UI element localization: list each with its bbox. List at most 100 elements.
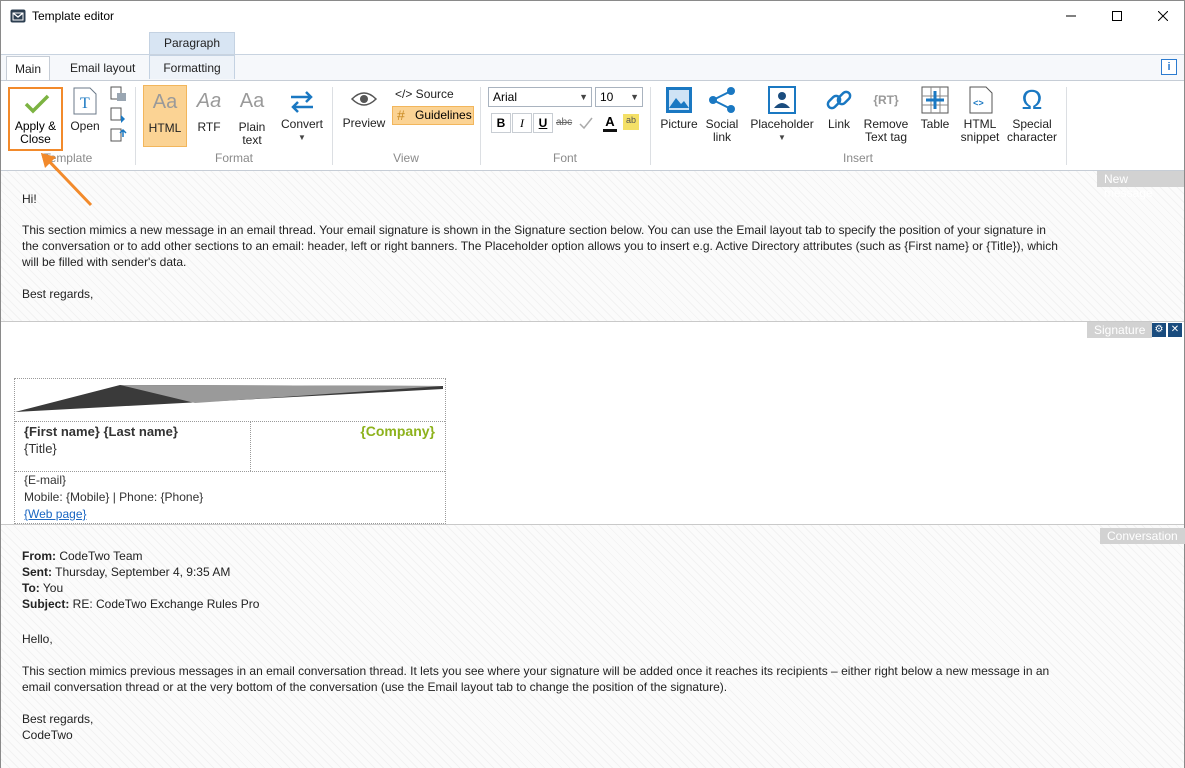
- table-grid-icon: [921, 86, 949, 114]
- new-message-body-line: the conversation or to add other section…: [22, 239, 1058, 253]
- table-button[interactable]: Table: [917, 86, 953, 146]
- minimize-button[interactable]: [1048, 1, 1094, 31]
- rtf-label: RTF: [197, 120, 221, 134]
- subject-value: RE: CodeTwo Exchange Rules Pro: [69, 597, 260, 611]
- italic-button[interactable]: I: [512, 113, 532, 133]
- conversation-sent: Sent: Thursday, September 4, 9:35 AM: [22, 564, 230, 580]
- remove-text-tag-label: Remove Text tag: [863, 117, 909, 144]
- social-link-button[interactable]: Social link: [703, 86, 741, 146]
- paragraph-context-tab: Paragraph: [149, 32, 235, 54]
- picture-button[interactable]: Picture: [658, 86, 700, 146]
- close-icon[interactable]: ✕: [1168, 323, 1182, 337]
- html-format-button[interactable]: Aa HTML: [143, 85, 187, 147]
- preview-label: Preview: [342, 116, 386, 130]
- conversation-to: To: You: [22, 580, 63, 596]
- sent-label: Sent:: [22, 565, 52, 579]
- font-size-select[interactable]: 10 ▼: [595, 87, 643, 107]
- check-mark-small-icon: [579, 117, 593, 130]
- plain-text-label: Plain text: [238, 120, 266, 147]
- new-message-greeting: Hi!: [22, 192, 37, 206]
- conversation-greeting: Hello,: [22, 632, 53, 646]
- conversation-body-line: This section mimics previous messages in…: [22, 664, 1050, 678]
- template-small-icon-2[interactable]: [109, 107, 127, 123]
- signature-company: {Company}: [360, 423, 435, 439]
- new-message-section-tag: New message: [1097, 171, 1184, 200]
- bold-button[interactable]: B: [491, 113, 511, 133]
- special-character-label: Special character: [1006, 117, 1058, 144]
- share-icon: [709, 87, 735, 113]
- rtf-format-button[interactable]: Aa RTF: [191, 85, 227, 147]
- special-character-button[interactable]: Ω Special character: [1005, 86, 1059, 146]
- template-small-icon-3[interactable]: [109, 128, 127, 144]
- tab-email-layout[interactable]: Email layout: [62, 56, 143, 80]
- signature-section-tag: Signature: [1087, 322, 1153, 338]
- group-label-format: Format: [214, 151, 253, 165]
- font-color-button[interactable]: A: [603, 114, 617, 132]
- plain-text-format-button[interactable]: Aa Plain text: [233, 85, 271, 147]
- remove-text-tag-button[interactable]: {RT} Remove Text tag: [861, 86, 911, 146]
- font-name-select[interactable]: Arial ▼: [488, 87, 592, 107]
- new-message-closing: Best regards,: [22, 287, 94, 301]
- template-editor-window: Template editor Paragraph Main Email lay…: [0, 0, 1185, 768]
- to-label: To:: [22, 581, 40, 595]
- conversation-body-line: email conversation thread or at the very…: [22, 680, 728, 694]
- apply-close-button[interactable]: Apply & Close: [8, 87, 63, 151]
- help-info-icon[interactable]: i: [1161, 59, 1177, 75]
- signature-phones: Mobile: {Mobile} | Phone: {Phone}: [24, 490, 204, 504]
- preview-button[interactable]: Preview: [341, 89, 387, 139]
- highlight-color-button[interactable]: ab: [623, 114, 639, 130]
- source-button[interactable]: </> Source: [395, 87, 454, 101]
- guidelines-label: Guidelines: [415, 108, 472, 122]
- html-snippet-label: HTML snippet: [960, 117, 1000, 144]
- html-snippet-button[interactable]: <> HTML snippet: [957, 86, 1003, 146]
- font-size-value: 10: [600, 90, 614, 104]
- guidelines-toggle[interactable]: # Guidelines: [392, 106, 474, 125]
- gear-icon[interactable]: ⚙: [1152, 323, 1166, 337]
- to-value: You: [39, 581, 64, 595]
- table-divider: [250, 421, 251, 471]
- rt-tag-icon: {RT}: [873, 93, 899, 107]
- conversation-section-tag: Conversation: [1100, 528, 1185, 544]
- chevron-down-icon: ▼: [630, 92, 639, 102]
- open-label: Open: [70, 119, 100, 133]
- signature-email: {E-mail}: [24, 473, 67, 487]
- font-name-value: Arial: [493, 90, 518, 104]
- template-small-icon-1[interactable]: [109, 86, 127, 102]
- conversation-subject: Subject: RE: CodeTwo Exchange Rules Pro: [22, 596, 259, 612]
- open-template-icon: T: [73, 87, 97, 115]
- aa-plain-icon: Aa: [239, 90, 265, 112]
- chevron-down-icon: ▼: [298, 133, 306, 142]
- open-button[interactable]: T Open: [67, 86, 103, 146]
- grid-hash-icon: #: [397, 107, 405, 123]
- eye-icon: [350, 92, 378, 106]
- from-label: From:: [22, 549, 56, 563]
- strikethrough-button[interactable]: abc: [556, 117, 572, 128]
- placeholder-button[interactable]: Placeholder ▼: [747, 86, 817, 146]
- signature-title: {Title}: [24, 441, 57, 456]
- tab-formatting[interactable]: Formatting: [149, 55, 235, 79]
- placeholder-label: Placeholder: [750, 117, 814, 131]
- sent-value: Thursday, September 4, 9:35 AM: [52, 565, 231, 579]
- svg-text:<>: <>: [973, 99, 984, 109]
- tab-main[interactable]: Main: [6, 56, 51, 81]
- underline-button[interactable]: U: [533, 113, 553, 133]
- subject-label: Subject:: [22, 597, 70, 611]
- group-label-insert: Insert: [842, 151, 873, 165]
- maximize-button[interactable]: [1094, 1, 1140, 31]
- signature-table[interactable]: {First name} {Last name} {Title} {Compan…: [14, 378, 446, 524]
- aa-rtf-icon: Aa: [196, 90, 222, 112]
- signature-web-link[interactable]: {Web page}: [24, 507, 87, 521]
- convert-button[interactable]: Convert ▼: [277, 85, 327, 147]
- title-bar: Template editor: [1, 1, 1184, 31]
- close-window-button[interactable]: [1140, 1, 1185, 31]
- picture-label: Picture: [660, 117, 698, 131]
- link-button[interactable]: Link: [821, 86, 857, 146]
- link-label: Link: [827, 117, 850, 131]
- orange-arrow-annotation-overlay: [41, 153, 93, 207]
- chevron-down-icon: ▼: [778, 133, 786, 142]
- svg-text:T: T: [80, 95, 90, 112]
- conversation-from: From: CodeTwo Team: [22, 548, 143, 564]
- signature-name: {First name} {Last name}: [24, 424, 178, 439]
- picture-icon: [666, 87, 692, 113]
- text-color-button[interactable]: [578, 115, 594, 131]
